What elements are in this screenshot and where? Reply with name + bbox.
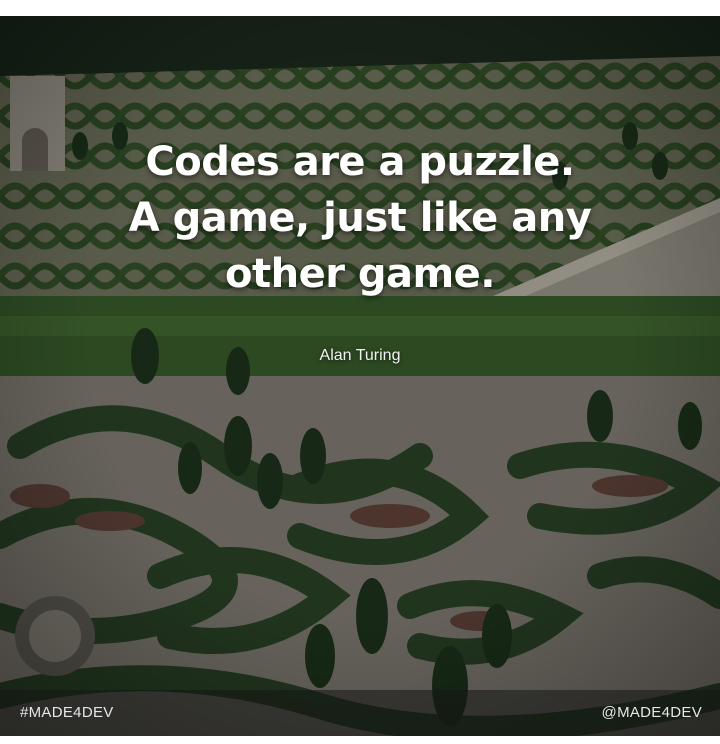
garden-maze-photo: Codes are a puzzle. A game, just like an… [0,16,720,736]
hashtag-label: #MADE4DEV [20,704,114,721]
quote-card: Codes are a puzzle. A game, just like an… [0,0,720,744]
quote-author: Alan Turing [319,347,401,364]
handle-label: @MADE4DEV [601,704,702,721]
footer-bar: #MADE4DEV @MADE4DEV [0,690,720,736]
quote-text: Codes are a puzzle. A game, just like an… [60,134,660,302]
quote-line-2: A game, just like any [128,195,592,241]
quote-line-3: other game. [225,251,496,297]
garden-maze-illustration [0,16,720,736]
quote-line-1: Codes are a puzzle. [145,139,575,185]
